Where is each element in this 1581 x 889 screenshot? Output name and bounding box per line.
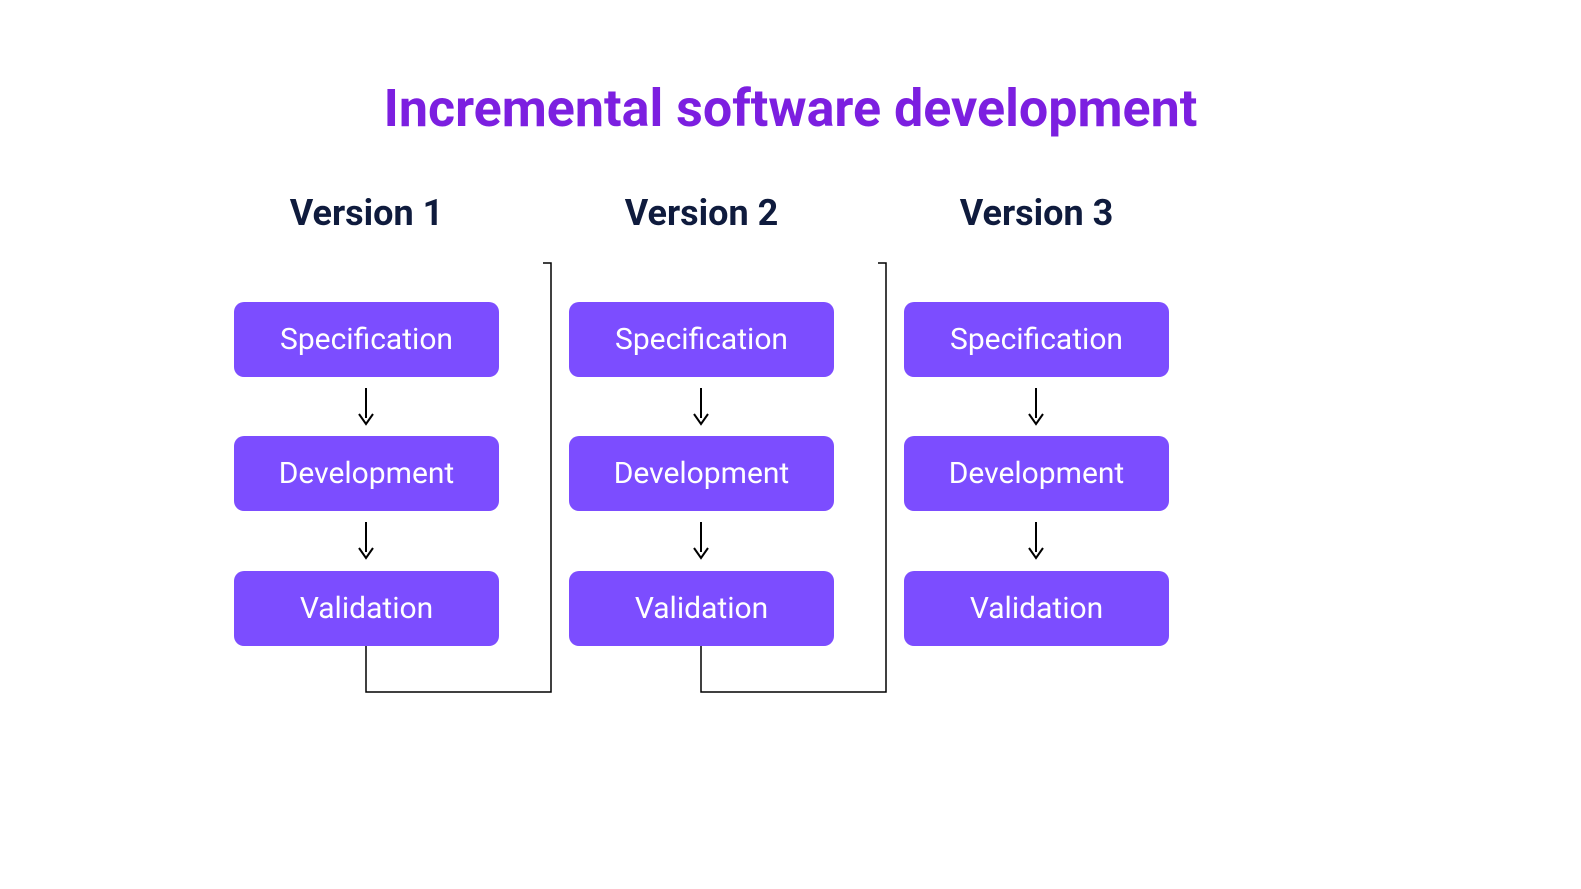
version-2-step-development: Development (569, 436, 834, 511)
version-2-step-validation: Validation (569, 571, 834, 646)
version-3-step-specification: Specification (904, 302, 1169, 377)
diagram-title: Incremental software development (0, 78, 1581, 139)
arrow-down-icon (355, 386, 377, 426)
version-1-step-validation: Validation (234, 571, 499, 646)
version-1-step-specification: Specification (234, 302, 499, 377)
arrow-down-icon (1025, 386, 1047, 426)
arrow-down-icon (1025, 520, 1047, 560)
arrow-down-icon (690, 520, 712, 560)
version-3-label: Version 3 (904, 192, 1169, 234)
arrow-down-icon (690, 386, 712, 426)
version-1-label: Version 1 (234, 192, 499, 234)
arrow-down-icon (355, 520, 377, 560)
version-3-step-validation: Validation (904, 571, 1169, 646)
version-2-label: Version 2 (569, 192, 834, 234)
version-2-step-specification: Specification (569, 302, 834, 377)
version-3-step-development: Development (904, 436, 1169, 511)
version-1-step-development: Development (234, 436, 499, 511)
